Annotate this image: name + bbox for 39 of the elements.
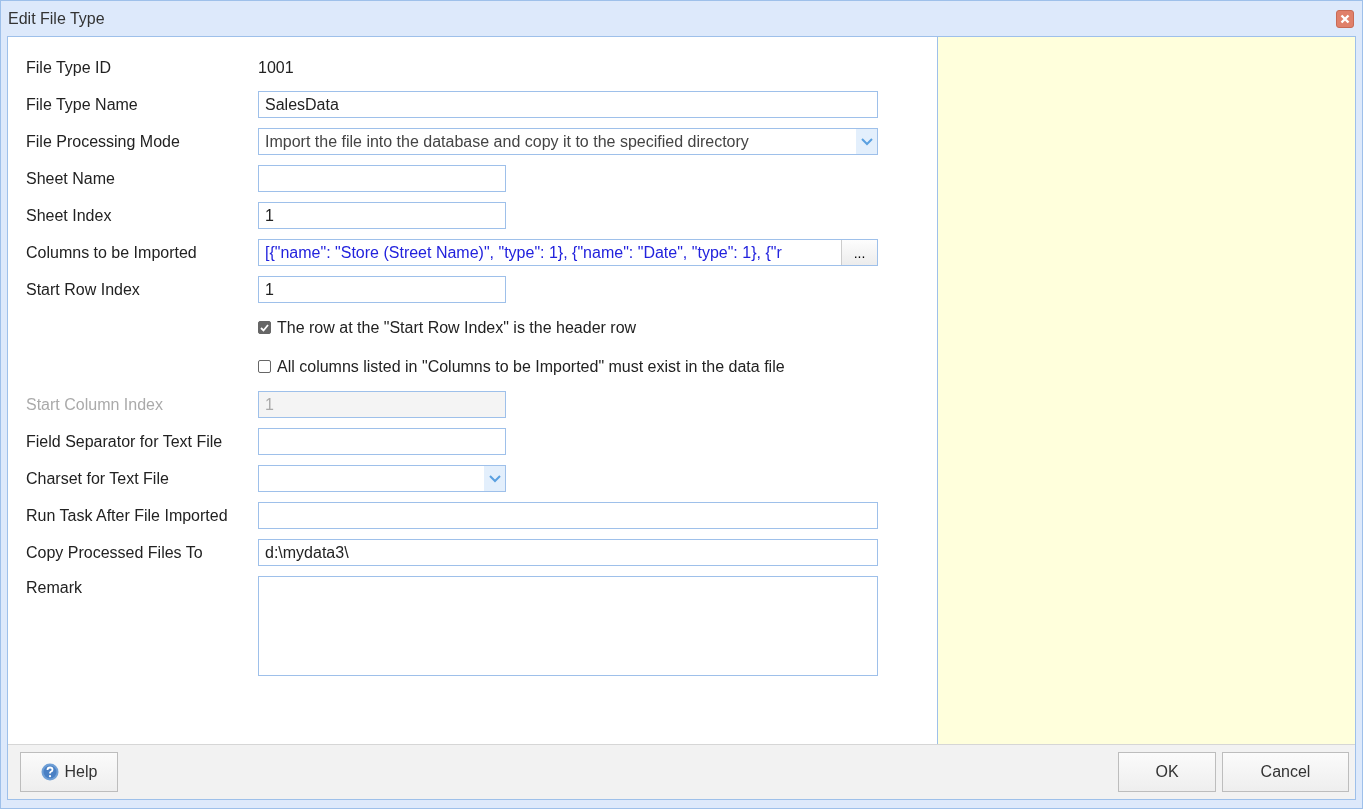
field-label: Sheet Index: [26, 206, 113, 225]
dropdown-field[interactable]: Import the file into the database and copy it to the specified directory: [258, 128, 878, 155]
chevron-down-icon: [488, 474, 501, 483]
field-label: Copy Processed Files To: [26, 543, 204, 562]
help-icon: [40, 763, 59, 781]
field-label: File Type ID: [26, 58, 113, 77]
field-label: Columns to be Imported: [26, 243, 198, 262]
close-button[interactable]: [1336, 9, 1354, 28]
field-label: Start Row Index: [26, 280, 141, 299]
field-label: Run Task After File Imported: [26, 506, 229, 525]
field-label: File Type Name: [26, 95, 139, 114]
window-title: Edit File Type: [8, 9, 105, 28]
field-label: Charset for Text File: [26, 469, 170, 488]
text-field[interactable]: [258, 428, 506, 455]
dropdown-field[interactable]: [258, 465, 506, 492]
cancel-button[interactable]: Cancel: [1222, 752, 1349, 792]
lookup-field[interactable]: [{"name": "Store (Street Name)", "type": 1}, {"name": "Date", "type": 1}, {"r ...: [258, 239, 878, 266]
field-label: Sheet Name: [26, 169, 116, 188]
checkbox[interactable]: [258, 321, 271, 334]
field-label: Field Separator for Text File: [26, 432, 224, 451]
close-icon: [1340, 13, 1350, 24]
field-label: File Processing Mode: [26, 132, 181, 151]
ok-button[interactable]: OK: [1118, 752, 1216, 792]
text-field[interactable]: 1: [258, 202, 506, 229]
text-field[interactable]: [258, 165, 506, 192]
text-field[interactable]: [258, 502, 878, 529]
checkbox-label[interactable]: All columns listed in "Columns to be Imported" must exist in the data file: [277, 357, 785, 376]
browse-button[interactable]: ...: [841, 240, 877, 265]
help-button[interactable]: Help: [20, 752, 118, 792]
field-label: Start Column Index: [26, 395, 164, 414]
field-label: Remark: [26, 578, 83, 597]
checkbox-label[interactable]: The row at the "Start Row Index" is the header row: [277, 318, 637, 337]
text-field[interactable]: 1: [258, 276, 506, 303]
checkbox[interactable]: [258, 360, 271, 373]
text-field[interactable]: d:\mydata3\: [258, 539, 878, 566]
chevron-down-icon: [860, 137, 873, 146]
remark-textarea[interactable]: [258, 576, 878, 676]
text-field[interactable]: SalesData: [258, 91, 878, 118]
value-text: 1001: [258, 58, 294, 77]
